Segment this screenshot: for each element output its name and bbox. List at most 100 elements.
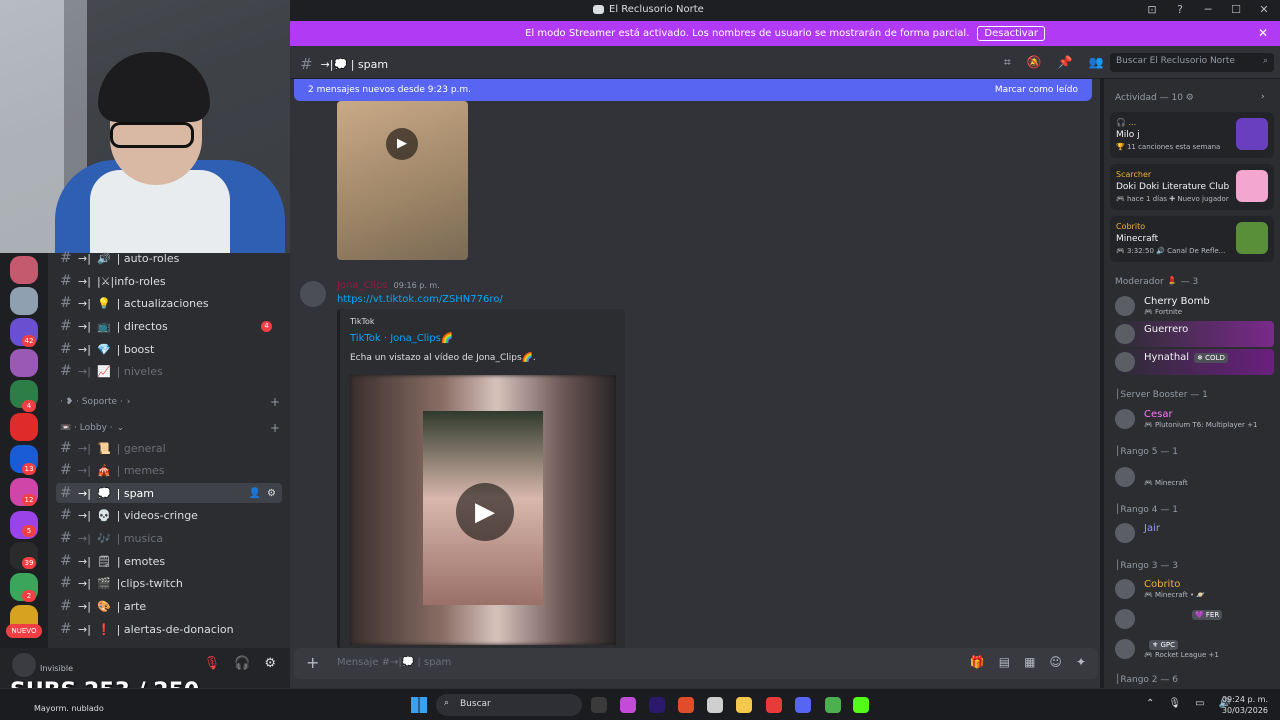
channel-item[interactable]: # →| ❗ | alertas-de-donacion: [56, 619, 282, 639]
settings-gear-icon[interactable]: ⚙: [264, 656, 276, 671]
message-author[interactable]: Jona_Clips: [337, 280, 388, 291]
mention-badge: 39: [22, 557, 36, 569]
member-item[interactable]: Hynathal ❄ COLD: [1112, 349, 1274, 375]
member-item[interactable]: ⚜ GPC 🎮 Rocket League +1: [1112, 636, 1274, 662]
channel-item[interactable]: # →| 💭 | spam 👤 ⚙: [56, 483, 282, 503]
member-item[interactable]: Cesar 🎮 Plutonium T6: Multiplayer +1: [1112, 406, 1274, 432]
inbox-icon[interactable]: ⊡: [1146, 3, 1158, 16]
activity-card[interactable]: 🎧 ... Milo j 🏆 11 canciones esta semana: [1110, 112, 1274, 158]
add-channel-icon[interactable]: +: [270, 421, 280, 435]
threads-icon[interactable]: ⌗: [1004, 55, 1011, 70]
chevron-up-icon[interactable]: ⌃: [1146, 698, 1154, 709]
minimize-button[interactable]: ─: [1202, 3, 1214, 16]
channel-item[interactable]: # →| |⚔|info-roles: [56, 271, 282, 291]
gif-icon[interactable]: ▤: [999, 655, 1010, 669]
taskbar-app-icon[interactable]: [825, 697, 841, 713]
windows-start-icon[interactable]: [411, 697, 427, 713]
play-icon[interactable]: ▶: [456, 483, 514, 541]
attach-plus-icon[interactable]: +: [306, 653, 319, 672]
message-composer[interactable]: + Mensaje #→|💭 | spam 🎁 ▤ ▦ ☺ ✦: [294, 648, 1098, 679]
gift-icon[interactable]: 🎁: [970, 655, 985, 669]
channel-item[interactable]: # →| 📜 | general: [56, 438, 282, 458]
invite-icon[interactable]: 👤: [249, 488, 261, 499]
taskbar-app-icon[interactable]: [736, 697, 752, 713]
channel-item[interactable]: # →| 📈 | niveles: [56, 361, 282, 381]
member-item[interactable]: Guerrero: [1112, 321, 1274, 347]
clock[interactable]: 09:24 p. m. 30/03/2026: [1222, 694, 1268, 716]
channel-item[interactable]: # →| 💀 | videos-cringe: [56, 505, 282, 525]
activity-card[interactable]: Scarcher Doki Doki Literature Club 🎮 hace …: [1110, 164, 1274, 210]
sticker-icon[interactable]: ▦: [1024, 655, 1035, 669]
notifications-icon[interactable]: 🔕: [1027, 55, 1042, 70]
taskbar-app-icon[interactable]: [853, 697, 869, 713]
new-messages-bar[interactable]: 2 mensajes nuevos desde 9:23 p.m. Marcar…: [294, 79, 1092, 101]
channel-item[interactable]: # →| 🔊 | auto-roles: [56, 248, 282, 268]
member-group-header: │Rango 2 — 6: [1115, 675, 1178, 685]
message-avatar[interactable]: [300, 281, 326, 307]
server-icon[interactable]: [10, 287, 38, 315]
member-item[interactable]: Cherry Bomb 🎮 Fortnite: [1112, 293, 1274, 319]
server-icon[interactable]: [10, 413, 38, 441]
pinned-icon[interactable]: 📌: [1058, 55, 1073, 70]
channel-item[interactable]: # →| 🎨 | arte: [56, 596, 282, 616]
deafen-icon[interactable]: 🎧: [234, 656, 250, 671]
channel-item[interactable]: # →| 💡 | actualizaciones: [56, 293, 282, 313]
user-status: Invisible: [40, 664, 73, 673]
server-icon[interactable]: [10, 349, 38, 377]
channel-category[interactable]: · ❥ · Soporte · › +: [60, 394, 286, 410]
channel-item[interactable]: # →| 💎 | boost: [56, 339, 282, 359]
taskbar-app-icon[interactable]: [591, 697, 607, 713]
taskbar-app-icon[interactable]: [707, 697, 723, 713]
search-input[interactable]: Buscar El Reclusorio Norte ⌕: [1110, 53, 1274, 72]
channel-item[interactable]: # →| 🎶 | musica: [56, 528, 282, 548]
member-item[interactable]: Jair: [1112, 520, 1274, 546]
embed-title[interactable]: TikTok · Jona_Clips🌈: [350, 333, 453, 344]
new-badge[interactable]: NUEVO: [6, 624, 42, 638]
channel-category[interactable]: 📼 · Lobby · ⌄ +: [60, 420, 286, 436]
message-link[interactable]: https://vt.tiktok.com/ZSHN776ro/: [337, 294, 503, 305]
server-icon[interactable]: [10, 256, 38, 284]
channel-item[interactable]: # →| 🎪 | memes: [56, 460, 282, 480]
maximize-button[interactable]: ☐: [1230, 3, 1242, 16]
member-name: Cobrito: [1144, 579, 1180, 590]
gear-icon[interactable]: ⚙: [267, 488, 276, 499]
embed-video[interactable]: ▶: [350, 375, 616, 645]
channel-emoji: 🔊: [96, 251, 111, 265]
taskbar-search[interactable]: ⌕ Buscar: [436, 694, 582, 716]
disable-streamer-button[interactable]: Desactivar: [977, 26, 1045, 41]
channel-name: |clips-twitch: [116, 576, 183, 590]
hash-icon: #: [300, 55, 313, 73]
emoji-icon[interactable]: ☺: [1049, 655, 1062, 669]
mark-read-button[interactable]: Marcar como leído: [995, 85, 1078, 95]
taskbar-app-icon[interactable]: [678, 697, 694, 713]
taskbar-app-icon[interactable]: [766, 697, 782, 713]
taskbar-app-icon[interactable]: [795, 697, 811, 713]
apps-icon[interactable]: ✦: [1076, 655, 1086, 669]
mic-icon[interactable]: 🎙: [1168, 698, 1181, 709]
taskbar-app-icon[interactable]: [620, 697, 636, 713]
channel-name: | spam: [116, 486, 155, 500]
play-icon[interactable]: ▶: [386, 128, 418, 160]
member-list-icon[interactable]: 👥: [1089, 55, 1104, 70]
taskbar-app-icon[interactable]: [649, 697, 665, 713]
channel-item[interactable]: # →| 🎬 |clips-twitch: [56, 573, 282, 593]
tiktok-embed: TikTok TikTok · Jona_Clips🌈 Echa un vist…: [337, 309, 625, 649]
chevron-right-icon[interactable]: ›: [1261, 92, 1265, 102]
user-avatar[interactable]: [12, 653, 36, 677]
gear-icon[interactable]: ⚙: [1186, 93, 1194, 103]
mic-muted-icon[interactable]: 🎙: [204, 656, 221, 671]
member-item[interactable]: 🎮 Minecraft: [1112, 464, 1274, 490]
activity-title: Minecraft: [1116, 234, 1159, 244]
activity-card[interactable]: Cobrito Minecraft 🎮 3:32:50 🔊 Canal De Ref…: [1110, 216, 1274, 262]
channel-item[interactable]: # →| 📺 | directos 4: [56, 316, 282, 336]
channel-item[interactable]: # →| 🗒 | emotes: [56, 551, 282, 571]
member-item[interactable]: Terroriko 💜 FER: [1112, 606, 1274, 632]
network-icon[interactable]: ▭: [1195, 698, 1204, 709]
previous-video-embed[interactable]: ▶: [337, 101, 468, 260]
help-icon[interactable]: ?: [1174, 3, 1186, 16]
member-item[interactable]: Cobrito 🎮 Minecraft • 🪐: [1112, 576, 1274, 602]
banner-close-icon[interactable]: ✕: [1258, 26, 1268, 40]
close-button[interactable]: ✕: [1258, 3, 1270, 16]
weather-text[interactable]: Mayorm. nublado: [34, 704, 104, 713]
add-channel-icon[interactable]: +: [270, 395, 280, 409]
